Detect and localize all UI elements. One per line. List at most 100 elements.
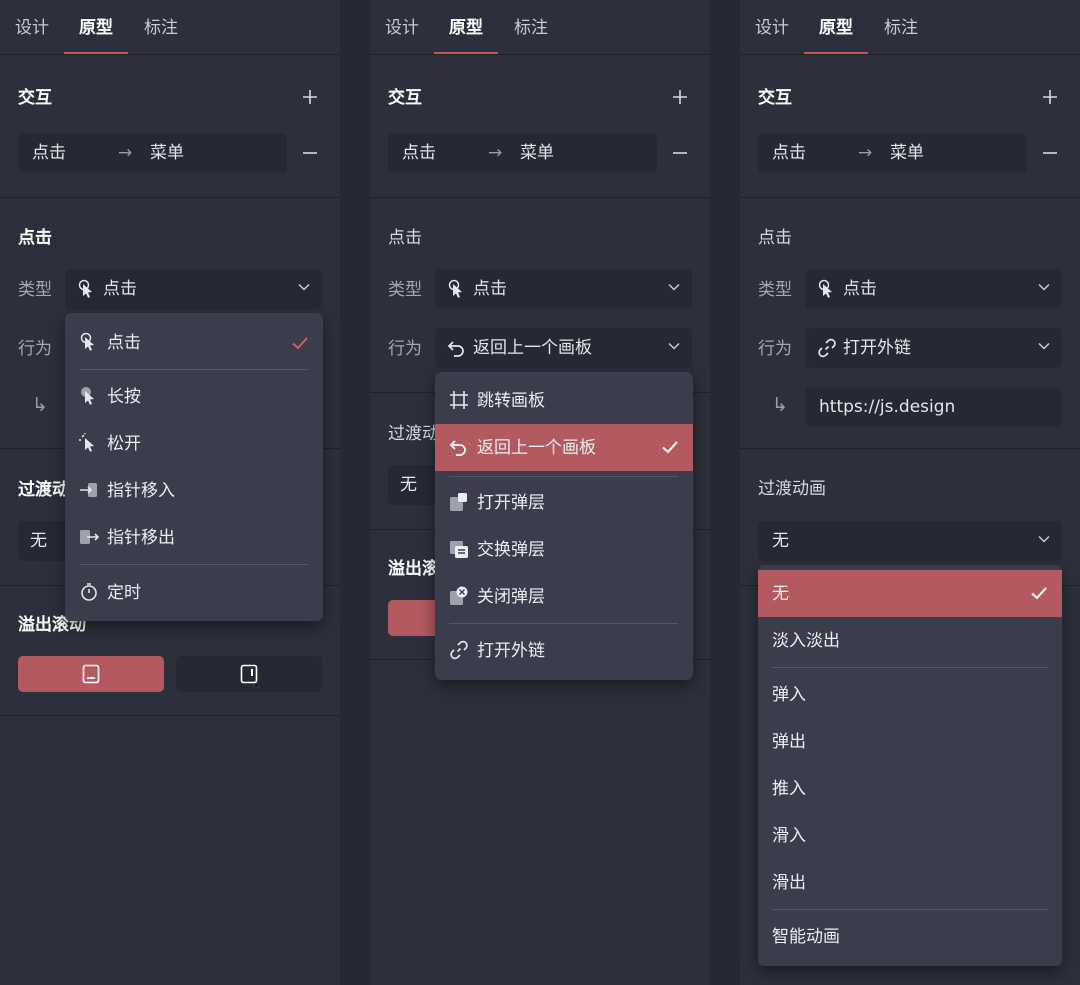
action-select-value: 返回上一个画板 — [473, 338, 592, 358]
menu-item-label: 弹出 — [772, 732, 806, 752]
transition-dropdown-menu: 无 淡入淡出 弹入 弹出 推入 滑入 滑出 智能动画 — [758, 565, 1062, 966]
menu-item-label: 智能动画 — [772, 927, 840, 947]
tab-prototype[interactable]: 原型 — [819, 17, 853, 39]
chevron-down-icon — [1038, 535, 1050, 545]
remove-interaction-button[interactable] — [668, 141, 692, 165]
transition-select-value: 无 — [30, 531, 47, 551]
menu-item-pop-in[interactable]: 弹入 — [758, 675, 1062, 715]
menu-item-back[interactable]: 返回上一个画板 — [435, 424, 693, 471]
menu-separator — [449, 623, 678, 624]
add-interaction-button[interactable] — [298, 85, 322, 109]
active-tab-indicator — [434, 52, 498, 54]
action-label: 行为 — [758, 339, 792, 359]
pointer-enter-icon — [80, 483, 97, 497]
menu-item-label: 滑出 — [772, 873, 806, 893]
menu-item-label: 滑入 — [772, 826, 806, 846]
menu-item-pointer-enter[interactable]: 指针移入 — [65, 471, 323, 511]
check-icon — [292, 337, 308, 350]
menu-item-label: 关闭弹层 — [477, 587, 545, 607]
prototype-panel-transition-menu: 设计 原型 标注 交互 点击 → 菜单 点击 类型 点击 行为 打开外链 ↳ h… — [740, 0, 1080, 985]
interaction-section-title: 交互 — [18, 88, 52, 108]
menu-item-label: 打开外链 — [477, 641, 545, 661]
tab-prototype[interactable]: 原型 — [449, 17, 483, 39]
tab-design[interactable]: 设计 — [755, 17, 789, 39]
swap-overlay-icon — [450, 541, 468, 558]
timer-icon — [81, 583, 97, 601]
return-arrow-icon: ↳ — [32, 394, 48, 416]
interaction-target: 菜单 — [520, 143, 554, 163]
overflow-section-title: 溢出滚 — [388, 559, 439, 579]
chevron-down-icon — [1038, 283, 1050, 293]
type-dropdown-menu: 点击 长按 松开 指针移入 指针移出 定时 — [65, 313, 323, 621]
menu-separator — [772, 909, 1048, 910]
arrow-right-icon: → — [488, 143, 503, 163]
url-input[interactable]: https://js.design — [805, 387, 1062, 427]
interaction-row[interactable]: 点击 → 菜单 — [388, 133, 657, 173]
menu-item-swap-overlay[interactable]: 交换弹层 — [435, 530, 693, 570]
type-label: 类型 — [18, 280, 52, 300]
action-label: 行为 — [18, 339, 52, 359]
interaction-target: 菜单 — [150, 143, 184, 163]
divider — [0, 197, 340, 198]
menu-item-label: 松开 — [107, 434, 141, 454]
scroll-horizontal-button[interactable] — [176, 656, 322, 692]
divider — [740, 448, 1080, 449]
menu-item-goto-frame[interactable]: 跳转画板 — [435, 381, 693, 421]
menu-item-pop-out[interactable]: 弹出 — [758, 722, 1062, 762]
divider — [740, 197, 1080, 198]
menu-item-long-press[interactable]: 长按 — [65, 377, 323, 417]
tab-prototype[interactable]: 原型 — [79, 17, 113, 39]
tab-bar: 设计 原型 标注 — [740, 0, 1080, 55]
tab-annotation[interactable]: 标注 — [884, 17, 918, 39]
menu-item-open-overlay[interactable]: 打开弹层 — [435, 483, 693, 523]
menu-item-timer[interactable]: 定时 — [65, 573, 323, 613]
type-select[interactable]: 点击 — [805, 269, 1062, 309]
scroll-vertical-button[interactable] — [18, 656, 164, 692]
remove-interaction-button[interactable] — [298, 141, 322, 165]
type-select-value: 点击 — [103, 279, 137, 299]
action-select[interactable]: 返回上一个画板 — [435, 328, 692, 368]
menu-item-pointer-leave[interactable]: 指针移出 — [65, 518, 323, 558]
arrow-right-icon: → — [858, 143, 873, 163]
tab-design[interactable]: 设计 — [15, 17, 49, 39]
menu-item-label: 定时 — [107, 583, 141, 603]
type-select[interactable]: 点击 — [435, 269, 692, 309]
menu-item-push[interactable]: 推入 — [758, 769, 1062, 809]
menu-item-release[interactable]: 松开 — [65, 424, 323, 464]
menu-item-close-overlay[interactable]: 关闭弹层 — [435, 577, 693, 617]
tab-annotation[interactable]: 标注 — [144, 17, 178, 39]
pointer-leave-icon — [80, 530, 99, 544]
action-select[interactable]: 打开外链 — [805, 328, 1062, 368]
interaction-trigger: 点击 — [772, 143, 806, 163]
type-label: 类型 — [758, 280, 792, 300]
interaction-row[interactable]: 点击 → 菜单 — [18, 133, 287, 173]
remove-interaction-button[interactable] — [1038, 141, 1062, 165]
frame-icon — [450, 391, 468, 409]
link-icon — [450, 640, 468, 660]
transition-select[interactable]: 无 — [758, 521, 1062, 561]
menu-item-click[interactable]: 点击 — [65, 323, 323, 363]
tab-design[interactable]: 设计 — [385, 17, 419, 39]
divider — [370, 197, 710, 198]
interaction-trigger: 点击 — [32, 143, 66, 163]
menu-item-fade[interactable]: 淡入淡出 — [758, 621, 1062, 661]
pointer-click-icon — [78, 279, 92, 298]
tab-bar: 设计 原型 标注 — [0, 0, 340, 55]
pointer-click-icon — [80, 332, 94, 351]
transition-section-title: 过渡动 — [18, 480, 69, 500]
menu-item-slide-in[interactable]: 滑入 — [758, 816, 1062, 856]
menu-item-slide-out[interactable]: 滑出 — [758, 863, 1062, 903]
type-select[interactable]: 点击 — [65, 269, 322, 309]
menu-item-smart-animate[interactable]: 智能动画 — [758, 917, 1062, 957]
add-interaction-button[interactable] — [1038, 85, 1062, 109]
interaction-row[interactable]: 点击 → 菜单 — [758, 133, 1027, 173]
menu-item-none[interactable]: 无 — [758, 570, 1062, 617]
add-interaction-button[interactable] — [668, 85, 692, 109]
close-overlay-icon — [450, 586, 468, 605]
action-select-value: 打开外链 — [843, 338, 911, 358]
menu-item-label: 无 — [772, 584, 789, 604]
menu-item-open-link[interactable]: 打开外链 — [435, 631, 693, 671]
vertical-scroll-icon — [82, 664, 100, 684]
tab-annotation[interactable]: 标注 — [514, 17, 548, 39]
click-section-title: 点击 — [388, 228, 422, 248]
